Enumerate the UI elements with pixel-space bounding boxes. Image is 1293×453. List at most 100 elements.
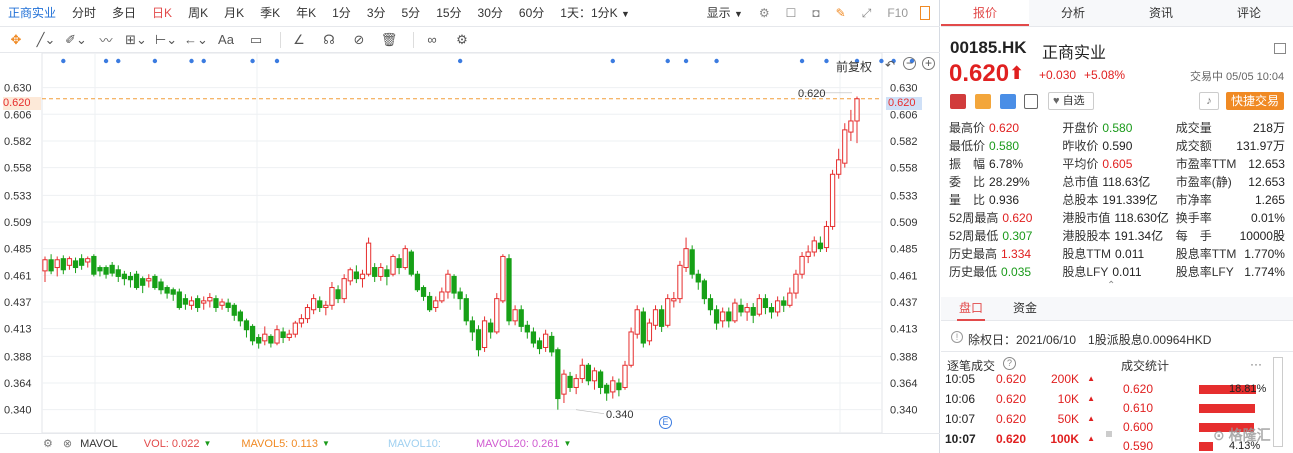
event-dot[interactable] bbox=[665, 58, 670, 64]
expand-icon[interactable]: ⤢ bbox=[854, 0, 880, 27]
candle-body[interactable] bbox=[677, 264, 683, 300]
tab-timeshare[interactable]: 分时 bbox=[64, 0, 104, 27]
candle-body[interactable] bbox=[347, 269, 353, 282]
event-dot[interactable] bbox=[152, 58, 158, 64]
candle-body[interactable] bbox=[695, 273, 701, 283]
tab-orderbook[interactable]: 盘口 bbox=[957, 297, 986, 321]
candle-body[interactable] bbox=[451, 275, 457, 294]
candle-body[interactable] bbox=[726, 311, 732, 322]
bookmark-icon[interactable] bbox=[920, 6, 930, 20]
candle-body[interactable] bbox=[646, 322, 653, 342]
indicator-name[interactable]: MAVOL bbox=[80, 438, 118, 450]
candle-body[interactable] bbox=[207, 297, 213, 302]
candle-body[interactable] bbox=[518, 309, 524, 327]
candle-body[interactable] bbox=[420, 287, 427, 297]
candle-body[interactable] bbox=[652, 309, 659, 326]
candle-body[interactable] bbox=[823, 225, 830, 249]
candle-body[interactable] bbox=[225, 302, 231, 309]
add-watchlist-button[interactable]: ♥ 自选 bbox=[1048, 92, 1094, 110]
candle-body[interactable] bbox=[683, 248, 689, 269]
candle-body[interactable] bbox=[597, 371, 604, 388]
candle-body[interactable] bbox=[158, 281, 164, 291]
tab-multiday[interactable]: 多日 bbox=[104, 0, 144, 27]
candle-body[interactable] bbox=[463, 298, 469, 322]
tab-weekly-k[interactable]: 周K bbox=[180, 0, 216, 27]
candle-body[interactable] bbox=[66, 258, 73, 266]
candle-body[interactable] bbox=[127, 275, 134, 281]
tab-daily-k[interactable]: 日K bbox=[144, 0, 180, 27]
event-dot[interactable] bbox=[879, 58, 884, 64]
candle-body[interactable] bbox=[48, 259, 54, 272]
candle-body[interactable] bbox=[408, 251, 414, 275]
candle-body[interactable] bbox=[488, 322, 494, 333]
event-dot[interactable] bbox=[189, 58, 194, 64]
event-dot[interactable] bbox=[683, 58, 689, 64]
candle-body[interactable] bbox=[91, 255, 97, 275]
candle-body[interactable] bbox=[164, 287, 170, 294]
candle-body[interactable] bbox=[372, 267, 378, 277]
tab-quarterly-k[interactable]: 季K bbox=[252, 0, 288, 27]
link-icon[interactable]: ∞ bbox=[420, 29, 444, 51]
candle-body[interactable] bbox=[390, 255, 396, 275]
candle-body[interactable] bbox=[433, 300, 439, 309]
candle-body[interactable] bbox=[323, 304, 329, 309]
settings-icon[interactable]: ⚙ bbox=[450, 29, 474, 51]
candle-body[interactable] bbox=[561, 373, 567, 395]
crosshair-icon[interactable]: ✥ bbox=[4, 29, 28, 51]
measure-icon[interactable]: ⊢⌄ bbox=[154, 29, 178, 51]
zoom-in-icon[interactable]: + bbox=[922, 57, 935, 70]
close-icon[interactable]: ⊗ bbox=[63, 437, 72, 450]
comment-icon[interactable]: ▭ bbox=[244, 29, 268, 51]
event-dot[interactable] bbox=[799, 58, 805, 64]
pen-icon[interactable]: ✐⌄ bbox=[64, 29, 88, 51]
magnet-icon[interactable]: ☊ bbox=[317, 29, 341, 51]
candle-body[interactable] bbox=[274, 329, 280, 344]
candle-body[interactable] bbox=[848, 120, 854, 133]
event-dot[interactable] bbox=[116, 58, 121, 64]
candle-body[interactable] bbox=[280, 331, 286, 339]
more-icon[interactable]: ··· bbox=[1250, 357, 1262, 371]
candle-body[interactable] bbox=[549, 335, 555, 353]
candle-body[interactable] bbox=[414, 273, 421, 291]
candle-body[interactable] bbox=[365, 242, 372, 275]
note-icon[interactable] bbox=[1024, 94, 1038, 109]
candle-body[interactable] bbox=[249, 325, 256, 342]
candle-body[interactable] bbox=[262, 333, 268, 342]
pencil-icon[interactable]: ✎ bbox=[828, 0, 854, 27]
candle-body[interactable] bbox=[829, 173, 836, 227]
display-menu[interactable]: 显示 ▼ bbox=[699, 0, 751, 27]
event-dot[interactable] bbox=[714, 58, 719, 64]
candle-body[interactable] bbox=[243, 320, 250, 331]
candle-body[interactable] bbox=[738, 304, 744, 313]
event-dot[interactable] bbox=[824, 58, 829, 64]
arrow-icon[interactable]: ←⌄ bbox=[184, 29, 208, 51]
candle-body[interactable] bbox=[426, 295, 433, 311]
trash-icon[interactable]: 🗑 bbox=[377, 29, 401, 51]
candle-body[interactable] bbox=[817, 242, 824, 250]
candle-body[interactable] bbox=[72, 260, 79, 269]
candle-body[interactable] bbox=[701, 280, 708, 300]
tab-yearly-k[interactable]: 年K bbox=[288, 0, 324, 27]
kline-svg[interactable]: 0.630 0.606 0.582 0.558 0.533 0.509 0.485 0.461… bbox=[0, 52, 940, 434]
candle-body[interactable] bbox=[616, 382, 622, 391]
candle-body[interactable] bbox=[378, 267, 384, 277]
candle-body[interactable] bbox=[194, 298, 201, 309]
event-dot[interactable] bbox=[250, 58, 255, 64]
gear-icon[interactable]: ⚙ bbox=[43, 437, 53, 450]
candle-body[interactable] bbox=[512, 309, 518, 322]
candle-body[interactable] bbox=[176, 291, 182, 309]
tab-5min[interactable]: 5分 bbox=[394, 0, 429, 27]
candle-body[interactable] bbox=[304, 307, 311, 320]
event-dot[interactable] bbox=[201, 58, 206, 64]
tab-news[interactable]: 资讯 bbox=[1117, 0, 1205, 26]
candle-body[interactable] bbox=[201, 300, 207, 304]
candle-body[interactable] bbox=[140, 278, 146, 286]
candle-body[interactable] bbox=[640, 311, 646, 344]
candle-body[interactable] bbox=[634, 309, 640, 335]
f10-button[interactable]: F10 bbox=[879, 0, 916, 27]
candle-body[interactable] bbox=[384, 269, 390, 277]
candle-body[interactable] bbox=[97, 267, 103, 272]
bell-icon[interactable]: ♪ bbox=[1199, 92, 1219, 110]
candle-body[interactable] bbox=[219, 301, 225, 306]
candle-body[interactable] bbox=[768, 307, 775, 313]
